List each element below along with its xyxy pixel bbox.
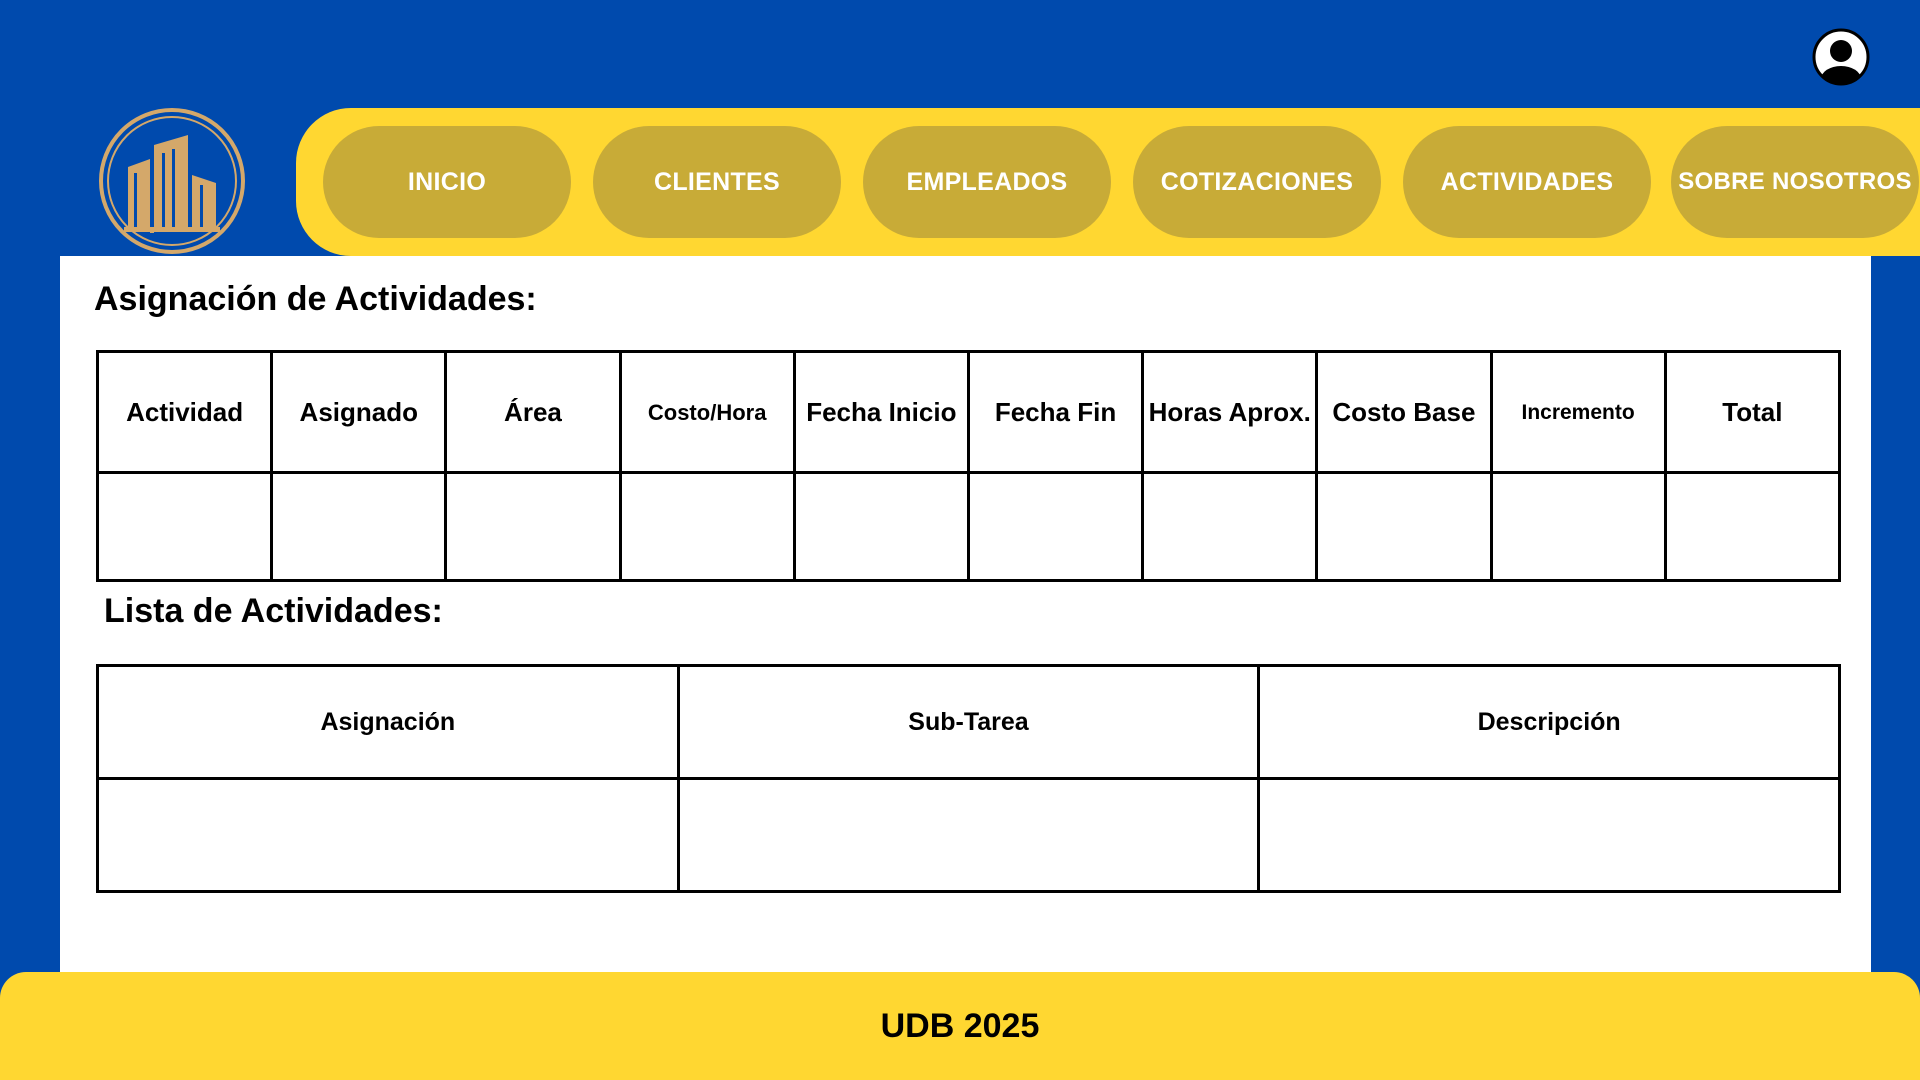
col-fecha-inicio: Fecha Inicio: [792, 350, 970, 474]
table-row: [95, 471, 1842, 582]
cell-descripcion[interactable]: [1257, 777, 1841, 893]
col-costo-base: Costo Base: [1315, 350, 1493, 474]
col-actividad: Actividad: [95, 350, 274, 474]
cell-area[interactable]: [444, 471, 622, 582]
company-logo[interactable]: [98, 107, 246, 255]
cell-asignacion[interactable]: [96, 777, 680, 893]
col-descripcion: Descripción: [1257, 664, 1841, 780]
col-fecha-fin: Fecha Fin: [966, 350, 1145, 474]
col-sub-tarea: Sub-Tarea: [676, 664, 1261, 780]
table-row: [96, 777, 1841, 893]
cell-horas-aprox[interactable]: [1141, 471, 1319, 582]
assignment-title: Asignación de Actividades:: [94, 280, 537, 318]
col-asignado: Asignado: [270, 350, 448, 474]
col-total: Total: [1663, 350, 1842, 474]
col-horas-aprox: Horas Aprox.: [1141, 350, 1319, 474]
col-costo-hora: Costo/Hora: [618, 350, 796, 474]
content-panel: Asignación de Actividades: Actividad Asi…: [60, 256, 1871, 976]
table-header-row: Actividad Asignado Área Costo/Hora Fecha…: [95, 350, 1842, 474]
col-asignacion: Asignación: [96, 664, 680, 780]
footer: UDB 2025: [0, 972, 1920, 1080]
nav-clientes-button[interactable]: CLIENTES: [593, 126, 841, 238]
cell-fecha-fin[interactable]: [966, 471, 1145, 582]
cell-asignado[interactable]: [270, 471, 448, 582]
nav-empleados-button[interactable]: EMPLEADOS: [863, 126, 1111, 238]
nav-inicio-button[interactable]: INICIO: [323, 126, 571, 238]
user-avatar-icon[interactable]: [1812, 28, 1870, 86]
cell-total[interactable]: [1663, 471, 1842, 582]
col-incremento: Incremento: [1489, 350, 1667, 474]
activity-list-title: Lista de Actividades:: [104, 592, 443, 630]
main-navigation: INICIO CLIENTES EMPLEADOS COTIZACIONES A…: [296, 108, 1920, 256]
cell-fecha-inicio[interactable]: [792, 471, 970, 582]
table-header-row: Asignación Sub-Tarea Descripción: [96, 664, 1841, 780]
cell-incremento[interactable]: [1489, 471, 1667, 582]
cell-costo-base[interactable]: [1315, 471, 1493, 582]
nav-actividades-button[interactable]: ACTIVIDADES: [1403, 126, 1651, 238]
cell-actividad[interactable]: [95, 471, 274, 582]
cell-sub-tarea[interactable]: [676, 777, 1261, 893]
assignment-table: Actividad Asignado Área Costo/Hora Fecha…: [95, 350, 1842, 582]
nav-cotizaciones-button[interactable]: COTIZACIONES: [1133, 126, 1381, 238]
cell-costo-hora[interactable]: [618, 471, 796, 582]
footer-text: UDB 2025: [880, 1006, 1040, 1045]
col-area: Área: [444, 350, 622, 474]
activity-list-table: Asignación Sub-Tarea Descripción: [96, 664, 1841, 893]
nav-sobre-nosotros-button[interactable]: SOBRE NOSOTROS: [1671, 126, 1919, 238]
